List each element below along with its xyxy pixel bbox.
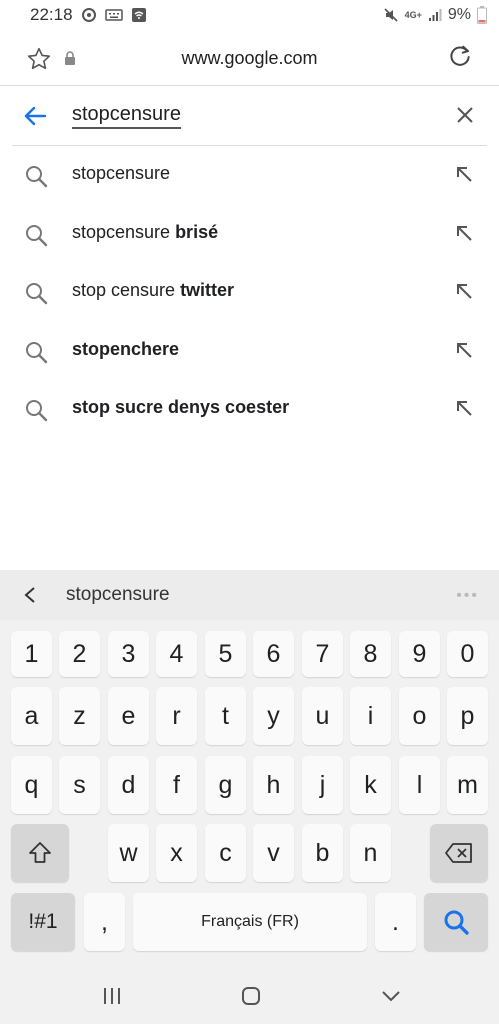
key-r[interactable]: r (156, 687, 197, 745)
reload-icon[interactable] (447, 44, 473, 75)
search-icon (24, 164, 48, 193)
suggestion-item[interactable]: stop censure twitter (0, 263, 499, 322)
key-s[interactable]: s (59, 756, 100, 814)
key-5[interactable]: 5 (205, 631, 246, 677)
key-e[interactable]: e (108, 687, 149, 745)
comma-key[interactable]: , (84, 893, 125, 951)
url-text[interactable]: www.google.com (0, 48, 499, 69)
fill-query-arrow-icon[interactable] (455, 282, 473, 305)
fill-query-arrow-icon[interactable] (455, 224, 473, 247)
key-4[interactable]: 4 (156, 631, 197, 677)
key-u[interactable]: u (302, 687, 343, 745)
key-g[interactable]: g (205, 756, 246, 814)
key-7[interactable]: 7 (302, 631, 343, 677)
battery-percent: 9% (447, 6, 471, 23)
key-k[interactable]: k (350, 756, 391, 814)
key-c[interactable]: c (205, 824, 246, 882)
search-input[interactable]: stopcensure (72, 102, 181, 129)
key-j[interactable]: j (302, 756, 343, 814)
suggestion-text: stopcensure brisé (72, 221, 219, 242)
key-z[interactable]: z (59, 687, 100, 745)
search-icon (444, 910, 469, 935)
key-a[interactable]: a (11, 687, 52, 745)
key-y[interactable]: y (253, 687, 294, 745)
key-h[interactable]: h (253, 756, 294, 814)
shift-key[interactable] (11, 824, 69, 882)
fill-query-arrow-icon[interactable] (455, 341, 473, 364)
search-row: stopcensure (0, 86, 499, 146)
more-options-icon[interactable]: ••• (456, 587, 479, 605)
suggestion-item[interactable]: stopcensure brisé (0, 205, 499, 264)
key-3[interactable]: 3 (108, 631, 149, 677)
shift-icon (29, 842, 51, 863)
key-2[interactable]: 2 (59, 631, 100, 677)
backspace-key[interactable] (430, 824, 488, 882)
key-p[interactable]: p (447, 687, 488, 745)
keyboard: stopcensure ••• 1 2 3 4 5 6 7 8 9 0 a z … (0, 570, 499, 1024)
back-chevron-down-icon[interactable] (380, 986, 402, 1011)
fill-query-arrow-icon[interactable] (455, 399, 473, 422)
key-l[interactable]: l (399, 756, 440, 814)
key-o[interactable]: o (399, 687, 440, 745)
signal-icon (428, 8, 442, 22)
sync-icon (81, 7, 97, 23)
key-v[interactable]: v (253, 824, 294, 882)
key-n[interactable]: n (350, 824, 391, 882)
home-icon[interactable] (241, 986, 261, 1011)
suggestion-list: stopcensure stopcensure brisé stop censu… (0, 146, 499, 439)
chevron-left-icon[interactable] (20, 585, 40, 610)
navigation-bar (0, 964, 499, 1024)
search-icon (24, 398, 48, 427)
symbols-key[interactable]: !#1 (11, 893, 75, 951)
key-b[interactable]: b (302, 824, 343, 882)
keyboard-icon (104, 9, 123, 21)
key-i[interactable]: i (350, 687, 391, 745)
status-bar: 22:18 4G+ 9% (0, 0, 499, 30)
key-d[interactable]: d (108, 756, 149, 814)
suggestion-item[interactable]: stop sucre denys coester (0, 380, 499, 439)
suggestion-text: stopcensure (72, 163, 171, 183)
key-1[interactable]: 1 (11, 631, 52, 677)
fill-query-arrow-icon[interactable] (455, 165, 473, 188)
wifi-icon (131, 7, 147, 23)
key-8[interactable]: 8 (350, 631, 391, 677)
key-f[interactable]: f (156, 756, 197, 814)
key-q[interactable]: q (11, 756, 52, 814)
search-key[interactable] (424, 893, 488, 951)
suggestion-text: stop censure twitter (72, 280, 235, 300)
space-key[interactable]: Français (FR) (133, 893, 367, 951)
period-key[interactable]: . (375, 893, 416, 951)
status-time: 22:18 (30, 5, 73, 24)
search-icon (24, 223, 48, 252)
keyboard-toolbar: stopcensure ••• (0, 570, 499, 620)
key-w[interactable]: w (108, 824, 149, 882)
key-0[interactable]: 0 (447, 631, 488, 677)
suggestion-item[interactable]: stopenchere (0, 322, 499, 381)
prediction-suggestion[interactable]: stopcensure (66, 584, 170, 606)
network-type-label: 4G+ (404, 10, 422, 20)
key-x[interactable]: x (156, 824, 197, 882)
recent-apps-icon[interactable] (102, 986, 122, 1011)
search-icon (24, 340, 48, 369)
key-9[interactable]: 9 (399, 631, 440, 677)
suggestion-text: stopenchere (72, 338, 180, 359)
clear-icon[interactable] (455, 105, 475, 130)
key-m[interactable]: m (447, 756, 488, 814)
key-t[interactable]: t (205, 687, 246, 745)
back-arrow-icon[interactable] (22, 104, 48, 133)
search-icon (24, 281, 48, 310)
url-bar: www.google.com (0, 30, 499, 86)
suggestion-text: stop sucre denys coester (72, 397, 290, 417)
key-6[interactable]: 6 (253, 631, 294, 677)
battery-icon (477, 6, 487, 24)
mute-icon (383, 7, 399, 23)
suggestion-item[interactable]: stopcensure (0, 146, 499, 205)
backspace-icon (445, 843, 472, 863)
